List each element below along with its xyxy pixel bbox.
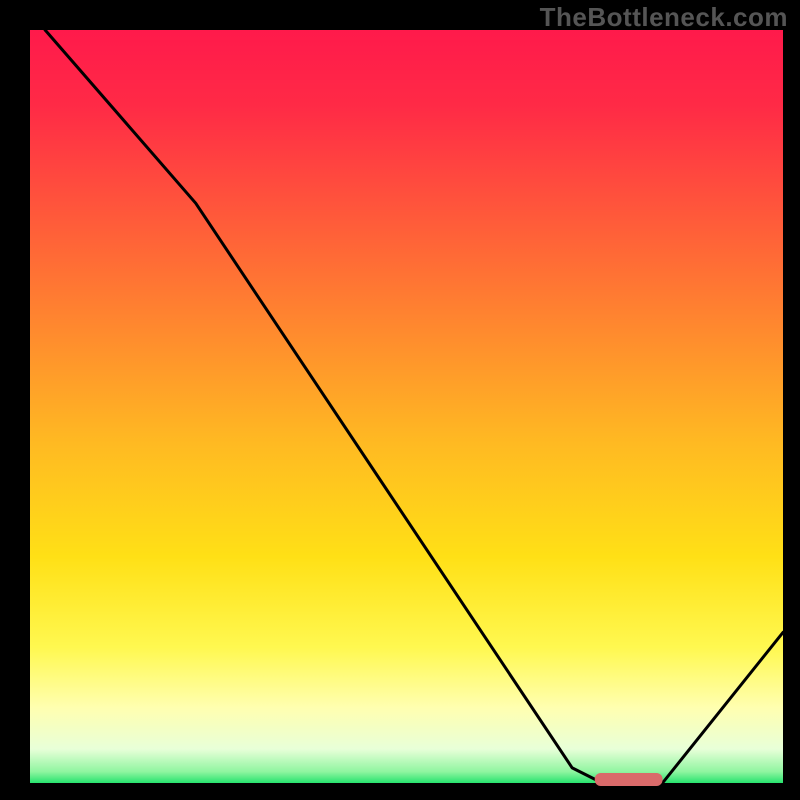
chart-frame: TheBottleneck.com [0, 0, 800, 800]
watermark-text: TheBottleneck.com [540, 2, 788, 33]
bottleneck-chart [0, 0, 800, 800]
optimal-marker [595, 773, 663, 786]
